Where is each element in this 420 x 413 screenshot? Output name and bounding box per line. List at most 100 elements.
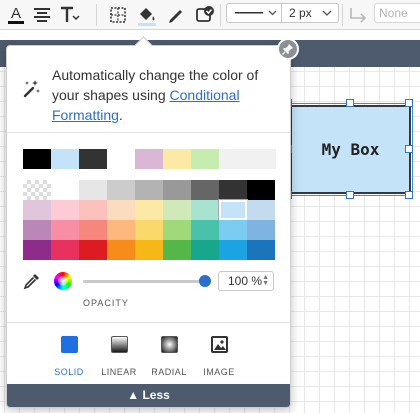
palette-color-swatch[interactable] <box>23 220 51 240</box>
palette-color-swatch[interactable] <box>79 200 107 220</box>
palette-color-swatch[interactable] <box>219 200 247 220</box>
palette-color-swatch[interactable] <box>191 180 219 200</box>
palette-color-swatch[interactable] <box>163 180 191 200</box>
palette-color-swatch[interactable] <box>51 200 79 220</box>
line-style-select[interactable] <box>226 3 282 23</box>
opacity-slider-knob[interactable] <box>199 275 211 287</box>
palette-color-swatch[interactable] <box>163 220 191 240</box>
palette-color-swatch[interactable] <box>107 220 135 240</box>
resize-handle[interactable] <box>405 99 413 107</box>
fill-type-label: LINEAR <box>101 367 137 377</box>
fill-type-linear[interactable]: LINEAR <box>93 336 145 380</box>
pin-icon <box>281 44 293 56</box>
opacity-label: OPACITY <box>83 298 129 308</box>
recent-colors <box>23 149 276 169</box>
palette-color-swatch[interactable] <box>107 200 135 220</box>
palette-color-swatch[interactable] <box>107 240 135 260</box>
line-width-select[interactable]: 2 px <box>281 3 339 23</box>
palette-color-swatch[interactable] <box>219 220 247 240</box>
conditional-formatting-tip: Automatically change the color of your s… <box>52 65 287 125</box>
palette-color-swatch[interactable] <box>191 220 219 240</box>
recent-color-swatch[interactable] <box>191 149 219 169</box>
opacity-input[interactable]: 100 % ▲ ▼ <box>218 271 274 291</box>
palette-color-swatch[interactable] <box>107 180 135 200</box>
palette-color-swatch[interactable] <box>135 240 163 260</box>
solid-fill-icon <box>60 336 78 353</box>
palette-color-swatch[interactable] <box>79 240 107 260</box>
opacity-slider-track[interactable] <box>83 280 205 283</box>
resize-handle[interactable] <box>405 191 413 199</box>
palette-color-swatch[interactable] <box>135 180 163 200</box>
caret-up-icon: ▲ <box>127 388 140 402</box>
color-wheel-icon[interactable] <box>54 272 72 290</box>
format-icon[interactable] <box>192 3 216 27</box>
text-color-icon[interactable]: A <box>4 3 28 27</box>
recent-color-swatch[interactable] <box>135 149 163 169</box>
recent-color-swatch[interactable] <box>23 149 51 169</box>
arrow-style-select[interactable]: None <box>374 3 420 23</box>
fill-color-popover: Automatically change the color of your s… <box>6 45 291 408</box>
toolbar-divider <box>342 4 343 26</box>
chevron-down-icon <box>322 10 332 16</box>
pin-button[interactable] <box>279 40 297 58</box>
fill-type-label: IMAGE <box>203 367 235 377</box>
resize-handle[interactable] <box>405 145 413 153</box>
format-toolbar: A 2 px None <box>0 0 420 30</box>
palette-color-swatch[interactable] <box>135 200 163 220</box>
palette-color-swatch[interactable] <box>23 240 51 260</box>
magic-wand-icon <box>19 77 43 101</box>
toolbar-divider <box>96 4 97 26</box>
palette-color-swatch[interactable] <box>51 220 79 240</box>
resize-handle[interactable] <box>346 99 354 107</box>
fill-color-icon[interactable] <box>135 3 159 27</box>
palette-color-swatch[interactable] <box>51 180 79 200</box>
palette-color-swatch[interactable] <box>23 200 51 220</box>
palette-color-swatch[interactable] <box>135 220 163 240</box>
palette-color-swatch[interactable] <box>79 220 107 240</box>
fill-type-label: RADIAL <box>151 367 187 377</box>
palette-color-swatch[interactable] <box>219 180 247 200</box>
shape-label: My Box <box>321 140 380 159</box>
radial-gradient-icon <box>160 336 178 353</box>
arrow-style-value: None <box>379 6 408 20</box>
palette-color-swatch[interactable] <box>163 240 191 260</box>
stepper-arrows-icon[interactable]: ▲ ▼ <box>262 274 269 287</box>
palette-color-swatch[interactable] <box>247 220 275 240</box>
tip-period: . <box>118 107 123 123</box>
linear-gradient-icon <box>110 336 128 353</box>
align-icon[interactable] <box>30 3 54 27</box>
transparent-swatch[interactable] <box>23 180 51 200</box>
palette-color-swatch[interactable] <box>219 240 247 260</box>
line-width-value: 2 px <box>289 6 312 20</box>
palette-color-swatch[interactable] <box>51 240 79 260</box>
recent-color-swatch[interactable] <box>79 149 107 169</box>
eyedropper-icon[interactable] <box>23 272 41 290</box>
svg-text:A: A <box>11 5 21 22</box>
waypoint-icon[interactable] <box>346 3 370 27</box>
recent-color-swatch[interactable] <box>51 149 79 169</box>
palette-color-swatch[interactable] <box>247 200 275 220</box>
opacity-value: 100 % <box>228 274 263 288</box>
text-size-icon[interactable] <box>58 3 82 27</box>
line-color-icon[interactable] <box>164 3 188 27</box>
palette-color-swatch[interactable] <box>163 200 191 220</box>
fill-type-label: SOLID <box>54 367 84 377</box>
palette-color-swatch[interactable] <box>247 240 275 260</box>
resize-handle[interactable] <box>346 191 354 199</box>
fill-type-image[interactable]: IMAGE <box>193 336 245 380</box>
palette-color-swatch[interactable] <box>191 240 219 260</box>
image-icon <box>210 336 228 353</box>
less-label: Less <box>142 388 170 402</box>
divider <box>7 322 290 323</box>
fill-type-radial[interactable]: RADIAL <box>143 336 195 380</box>
recent-color-swatch[interactable] <box>163 149 191 169</box>
divider <box>7 132 290 133</box>
border-icon[interactable] <box>106 3 130 27</box>
color-palette <box>23 180 275 260</box>
fill-type-solid[interactable]: SOLID <box>43 336 95 380</box>
palette-color-swatch[interactable] <box>79 180 107 200</box>
recent-color-swatch[interactable] <box>107 149 135 169</box>
less-toggle-button[interactable]: ▲ Less <box>7 384 290 407</box>
palette-color-swatch[interactable] <box>247 180 275 200</box>
palette-color-swatch[interactable] <box>191 200 219 220</box>
